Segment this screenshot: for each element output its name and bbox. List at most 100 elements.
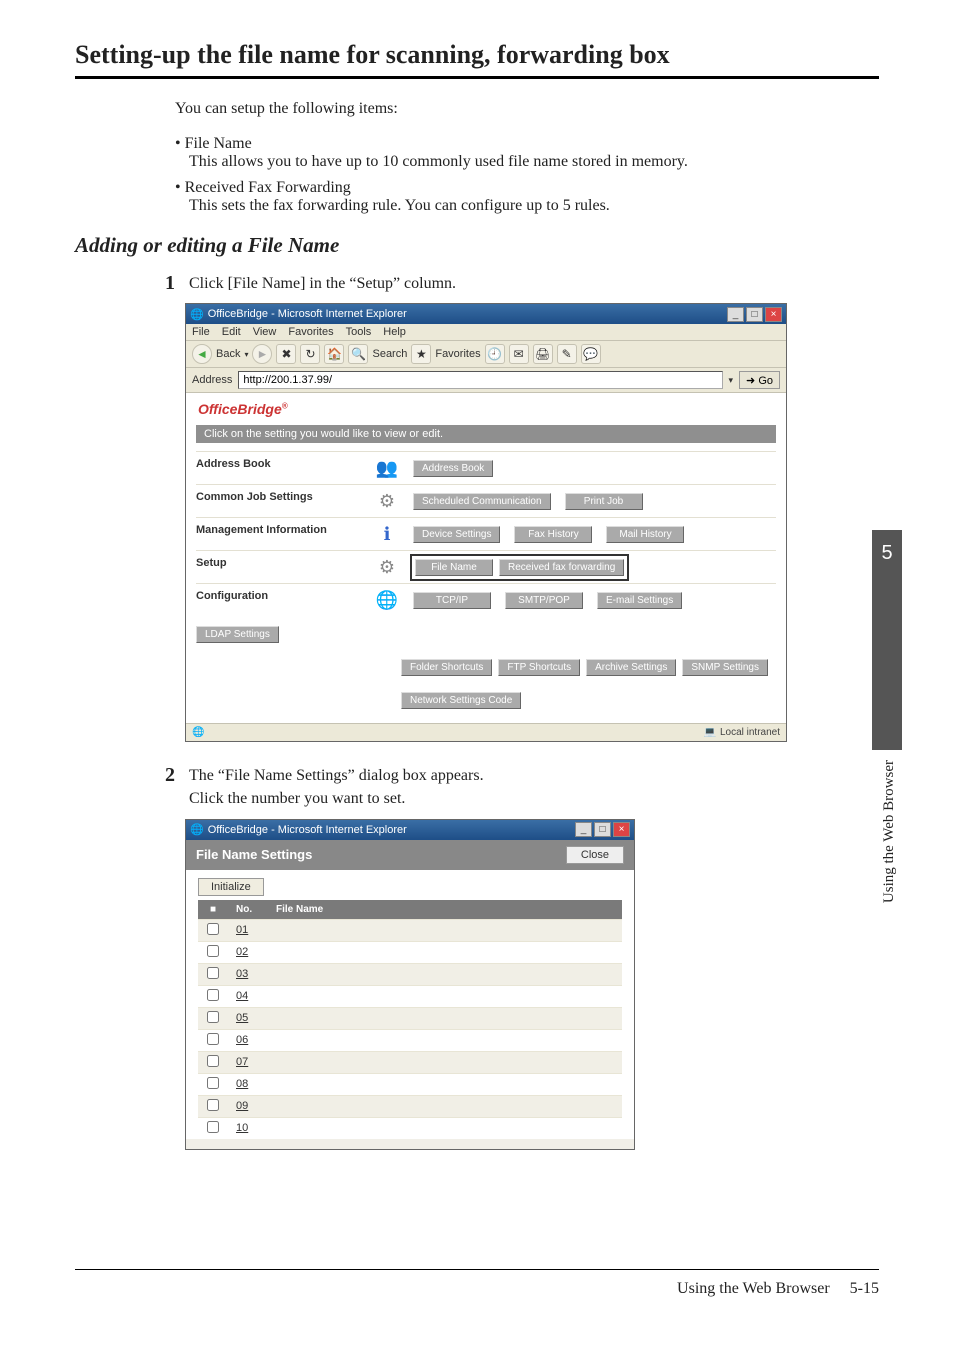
row-checkbox[interactable] bbox=[207, 989, 219, 1001]
menu-edit[interactable]: Edit bbox=[222, 326, 241, 338]
print-button[interactable]: 🖨 bbox=[533, 344, 553, 364]
col-filename: File Name bbox=[268, 900, 622, 920]
menu-tools[interactable]: Tools bbox=[346, 326, 372, 338]
back-label: Back bbox=[216, 348, 240, 360]
row-number-link[interactable]: 08 bbox=[228, 1073, 268, 1095]
tcpip-button[interactable]: TCP/IP bbox=[413, 592, 491, 609]
bullet-desc: This sets the fax forwarding rule. You c… bbox=[189, 197, 879, 215]
row-number-link[interactable]: 10 bbox=[228, 1117, 268, 1139]
row-checkbox[interactable] bbox=[207, 923, 219, 935]
done-icon: 🌐 bbox=[192, 727, 204, 738]
row-checkbox[interactable] bbox=[207, 1011, 219, 1023]
minimize-button[interactable]: _ bbox=[727, 307, 744, 322]
row-number-link[interactable]: 06 bbox=[228, 1029, 268, 1051]
intro-text: You can setup the following items: bbox=[175, 97, 879, 121]
dialog-header: File Name Settings Close bbox=[186, 840, 634, 870]
favorites-icon[interactable]: ★ bbox=[411, 344, 431, 364]
row-number-link[interactable]: 01 bbox=[228, 919, 268, 941]
page-heading: Setting-up the file name for scanning, f… bbox=[75, 40, 879, 79]
network-settings-code-button[interactable]: Network Settings Code bbox=[401, 692, 521, 709]
row-number-link[interactable]: 02 bbox=[228, 941, 268, 963]
row-checkbox[interactable] bbox=[207, 967, 219, 979]
row-checkbox[interactable] bbox=[207, 1099, 219, 1111]
file-name-button[interactable]: File Name bbox=[415, 559, 493, 576]
edit-button[interactable]: ✎ bbox=[557, 344, 577, 364]
close-button[interactable]: × bbox=[765, 307, 782, 322]
menu-view[interactable]: View bbox=[253, 326, 277, 338]
forward-button[interactable]: ► bbox=[252, 344, 272, 364]
menu-favorites[interactable]: Favorites bbox=[288, 326, 333, 338]
row-filename bbox=[268, 985, 622, 1007]
mail-button[interactable]: ✉ bbox=[509, 344, 529, 364]
row-checkbox[interactable] bbox=[207, 1055, 219, 1067]
menubar: File Edit View Favorites Tools Help bbox=[186, 324, 786, 341]
table-row: 04 bbox=[198, 985, 622, 1007]
refresh-button[interactable]: ↻ bbox=[300, 344, 320, 364]
row-filename bbox=[268, 1029, 622, 1051]
people-icon: 👥 bbox=[375, 456, 399, 480]
table-row: 03 bbox=[198, 963, 622, 985]
address-input[interactable] bbox=[238, 371, 722, 389]
mail-history-button[interactable]: Mail History bbox=[606, 526, 684, 543]
close-dialog-button[interactable]: Close bbox=[566, 846, 624, 864]
row-checkbox[interactable] bbox=[207, 945, 219, 957]
go-button[interactable]: ➜ Go bbox=[739, 371, 780, 389]
step-text: The “File Name Settings” dialog box appe… bbox=[189, 764, 484, 810]
device-settings-button[interactable]: Device Settings bbox=[413, 526, 500, 543]
menu-help[interactable]: Help bbox=[383, 326, 406, 338]
titlebar: 🌐 OfficeBridge - Microsoft Internet Expl… bbox=[186, 304, 786, 324]
address-book-button[interactable]: Address Book bbox=[413, 460, 493, 477]
print-job-button[interactable]: Print Job bbox=[565, 493, 643, 510]
statusbar: 🌐 💻 Local intranet bbox=[186, 723, 786, 741]
section-config: Configuration 🌐 TCP/IP SMTP/POP E-mail S… bbox=[196, 583, 776, 713]
smtp-pop-button[interactable]: SMTP/POP bbox=[505, 592, 583, 609]
step-number: 1 bbox=[165, 272, 189, 295]
footer: Using the Web Browser 5-15 bbox=[75, 1269, 879, 1298]
email-settings-button[interactable]: E-mail Settings bbox=[597, 592, 682, 609]
home-button[interactable]: 🏠 bbox=[324, 344, 344, 364]
menu-file[interactable]: File bbox=[192, 326, 210, 338]
archive-settings-button[interactable]: Archive Settings bbox=[586, 659, 676, 676]
window-title: OfficeBridge - Microsoft Internet Explor… bbox=[208, 824, 407, 836]
search-label: Search bbox=[372, 348, 407, 360]
ftp-shortcuts-button[interactable]: FTP Shortcuts bbox=[498, 659, 580, 676]
browser-window: 🌐 OfficeBridge - Microsoft Internet Expl… bbox=[185, 303, 787, 742]
row-checkbox[interactable] bbox=[207, 1077, 219, 1089]
folder-shortcuts-button[interactable]: Folder Shortcuts bbox=[401, 659, 492, 676]
row-number-link[interactable]: 07 bbox=[228, 1051, 268, 1073]
ldap-settings-button[interactable]: LDAP Settings bbox=[196, 626, 279, 643]
close-button[interactable]: × bbox=[613, 822, 630, 837]
back-button[interactable]: ◄ bbox=[192, 344, 212, 364]
zone-icon: 💻 bbox=[704, 727, 716, 738]
received-fax-fwd-button[interactable]: Received fax forwarding bbox=[499, 559, 624, 576]
info-icon: ℹ bbox=[375, 522, 399, 546]
search-icon[interactable]: 🔍 bbox=[348, 344, 368, 364]
table-row: 01 bbox=[198, 919, 622, 941]
row-number-link[interactable]: 05 bbox=[228, 1007, 268, 1029]
snmp-settings-button[interactable]: SNMP Settings bbox=[682, 659, 768, 676]
row-number-link[interactable]: 03 bbox=[228, 963, 268, 985]
discuss-button[interactable]: 💬 bbox=[581, 344, 601, 364]
row-checkbox[interactable] bbox=[207, 1033, 219, 1045]
section-mgmt: Management Information ℹ Device Settings… bbox=[196, 517, 776, 550]
maximize-button[interactable]: □ bbox=[594, 822, 611, 837]
fax-history-button[interactable]: Fax History bbox=[514, 526, 592, 543]
col-check[interactable]: ■ bbox=[198, 900, 228, 920]
row-filename bbox=[268, 919, 622, 941]
bullet-head: Received Fax Forwarding bbox=[175, 179, 879, 197]
row-number-link[interactable]: 09 bbox=[228, 1095, 268, 1117]
address-label: Address bbox=[192, 374, 232, 386]
scheduled-comm-button[interactable]: Scheduled Communication bbox=[413, 493, 551, 510]
gears-icon: ⚙ bbox=[375, 489, 399, 513]
maximize-button[interactable]: □ bbox=[746, 307, 763, 322]
stop-button[interactable]: ✖ bbox=[276, 344, 296, 364]
row-checkbox[interactable] bbox=[207, 1121, 219, 1133]
row-number-link[interactable]: 04 bbox=[228, 985, 268, 1007]
minimize-button[interactable]: _ bbox=[575, 822, 592, 837]
initialize-button[interactable]: Initialize bbox=[198, 878, 264, 896]
file-name-table: ■ No. File Name 01020304050607080910 bbox=[198, 900, 622, 1139]
table-row: 07 bbox=[198, 1051, 622, 1073]
ie-icon: 🌐 bbox=[190, 308, 204, 321]
globe-icon: 🌐 bbox=[375, 588, 399, 612]
history-button[interactable]: 🕘 bbox=[485, 344, 505, 364]
